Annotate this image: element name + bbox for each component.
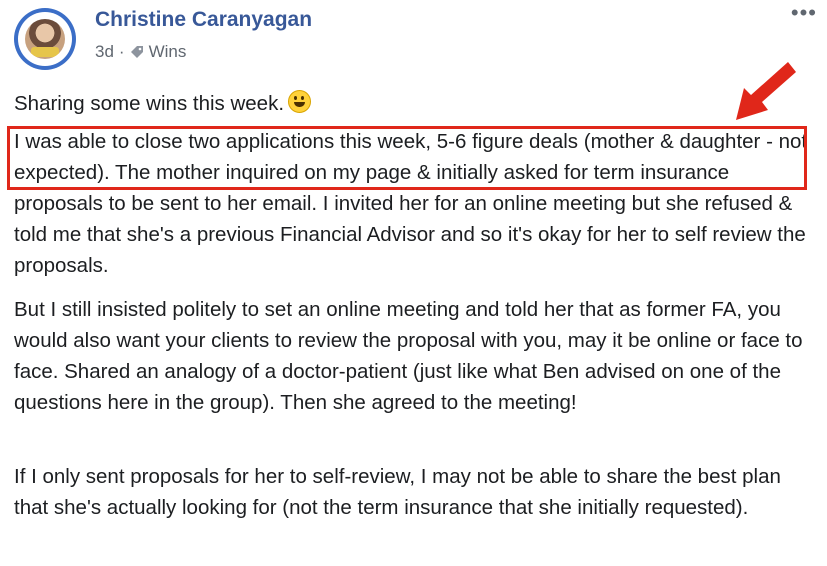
- meta-separator: ·: [118, 42, 125, 61]
- more-options-icon[interactable]: •••: [791, 2, 817, 24]
- post-intro: Sharing some wins this week.: [14, 88, 814, 119]
- avatar-photo: [25, 19, 65, 59]
- avatar-ring: [18, 12, 72, 66]
- post-meta: 3d · Wins: [95, 42, 186, 62]
- highlight-box: [7, 126, 807, 190]
- author-name[interactable]: Christine Caranyagan: [95, 8, 312, 32]
- facebook-post: Christine Caranyagan 3d · Wins ••• Shari…: [0, 0, 827, 566]
- intro-text: Sharing some wins this week.: [14, 92, 285, 115]
- post-paragraph-3: If I only sent proposals for her to self…: [14, 465, 781, 519]
- grinning-face-icon: [288, 90, 312, 113]
- tag-icon: [130, 46, 143, 58]
- post-topic[interactable]: Wins: [149, 42, 187, 62]
- red-arrow-icon: [736, 62, 796, 120]
- post-time[interactable]: 3d: [95, 42, 114, 62]
- avatar[interactable]: [14, 8, 76, 70]
- post-paragraph-2: But I still insisted politely to set an …: [14, 298, 803, 414]
